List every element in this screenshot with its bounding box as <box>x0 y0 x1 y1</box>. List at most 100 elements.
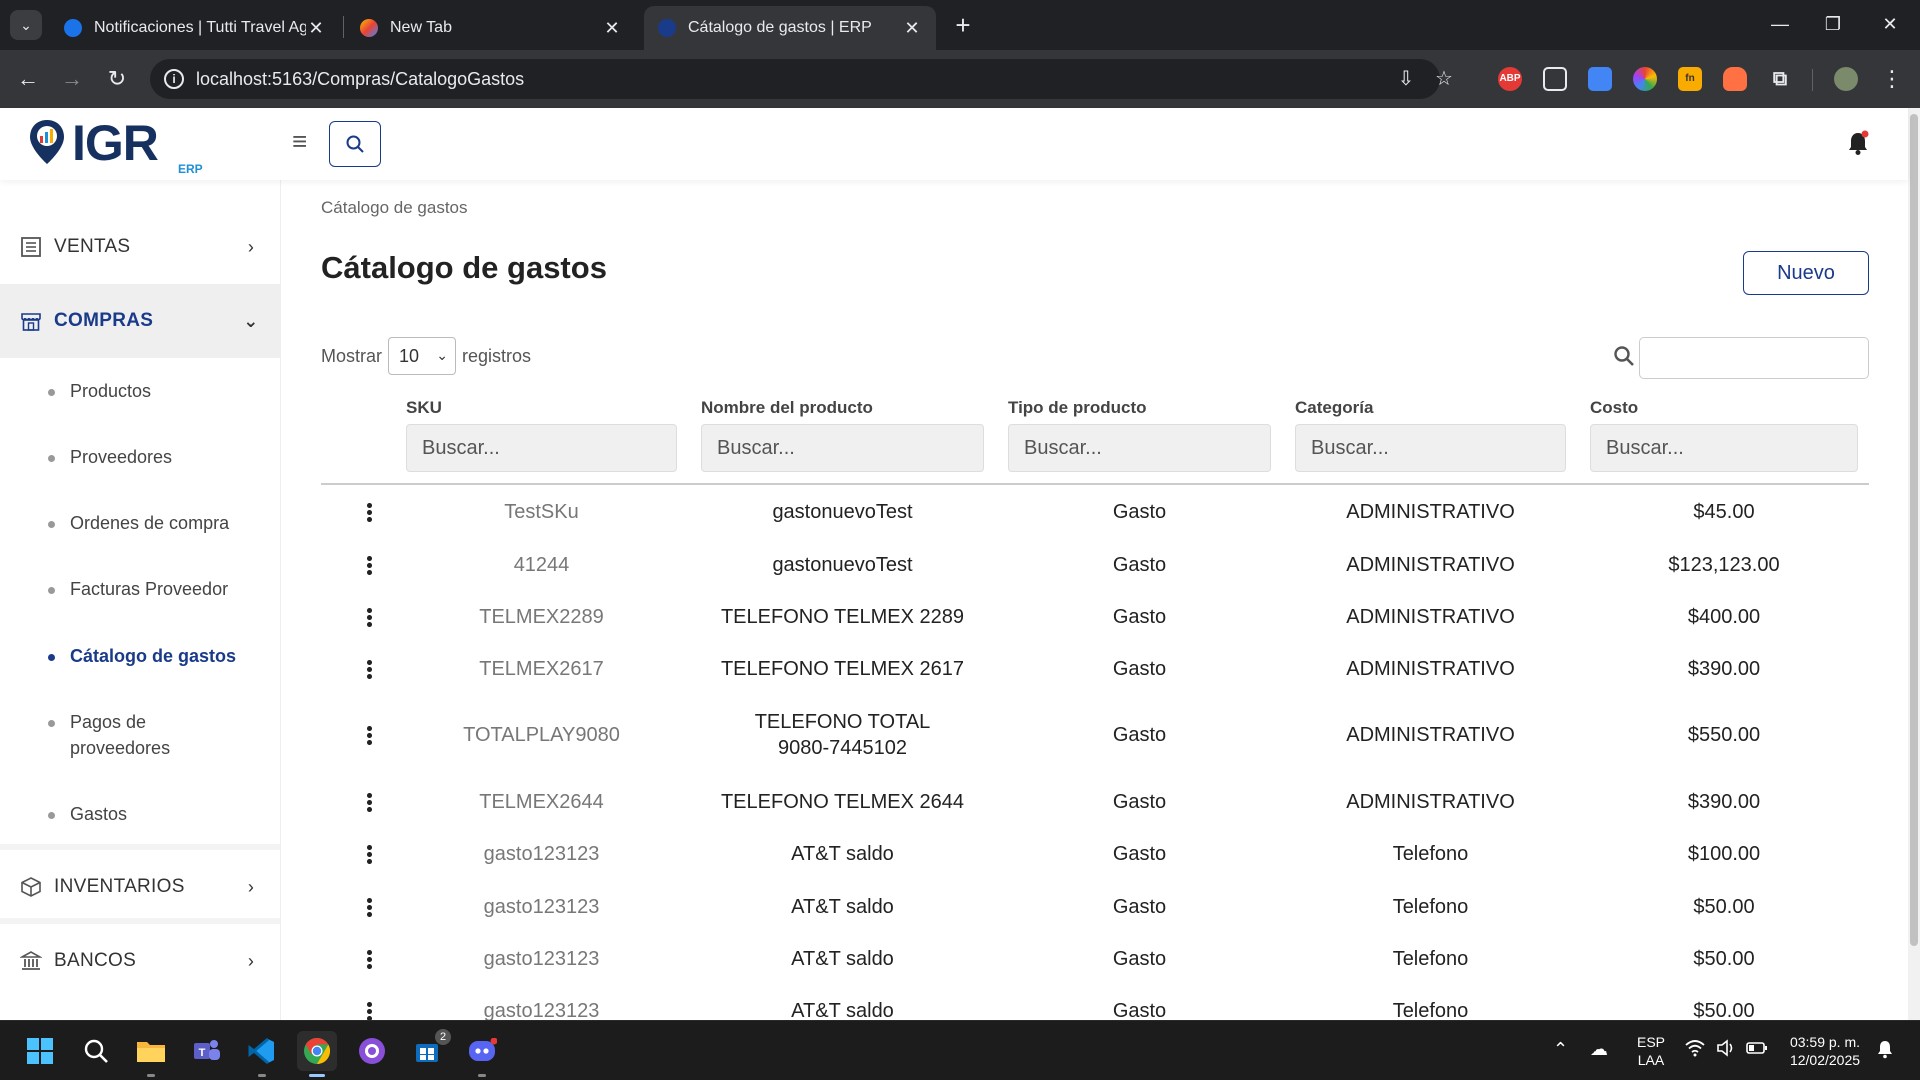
scrollbar-thumb[interactable] <box>1910 114 1918 946</box>
battery-icon[interactable] <box>1746 1039 1768 1062</box>
sidebar-item-proveedores[interactable]: Proveedores <box>48 444 278 470</box>
tab-search-button[interactable]: ⌄ <box>10 10 42 40</box>
browser-tab-new-tab[interactable]: New Tab ✕ <box>346 6 636 50</box>
windows-taskbar: T 2 ⌃ ☁ ESP LAA 03:59 p. m. 12/02/2025 <box>0 1020 1920 1080</box>
sidebar-item-label: Facturas Proveedor <box>70 579 229 599</box>
adblock-icon[interactable]: ABP <box>1498 67 1522 91</box>
column-header-sku[interactable]: SKU <box>406 398 442 418</box>
cell-name: AT&T saldo <box>791 843 894 865</box>
browser-tab-catalogo-gastos[interactable]: Cátalogo de gastos | ERP ✕ <box>644 6 936 50</box>
browser-tab-notificaciones[interactable]: Notificaciones | Tutti Travel Age ✕ <box>50 6 340 50</box>
notification-bell-icon[interactable] <box>1876 1039 1894 1064</box>
cell-category: Telefono <box>1392 948 1469 970</box>
header-search-button[interactable] <box>329 121 381 167</box>
sidebar-item-facturas-proveedor[interactable]: Facturas Proveedor <box>48 576 278 602</box>
close-tab-icon[interactable]: ✕ <box>602 18 622 39</box>
column-header-nombre[interactable]: Nombre del producto <box>701 398 873 418</box>
forward-arrow-icon[interactable]: → <box>56 63 88 95</box>
row-actions-icon[interactable] <box>359 643 379 695</box>
language-indicator[interactable]: ESP LAA <box>1633 1033 1669 1069</box>
wifi-icon[interactable] <box>1685 1039 1705 1062</box>
volume-icon[interactable] <box>1716 1039 1736 1062</box>
close-window-icon[interactable]: ✕ <box>1870 8 1910 40</box>
sidebar-menu-compras[interactable]: COMPRAS ⌄ <box>0 284 280 358</box>
sidebar-item-ordenes-compra[interactable]: Ordenes de compra <box>48 510 278 536</box>
row-actions-icon[interactable] <box>359 828 379 880</box>
back-arrow-icon[interactable]: ← <box>12 63 44 95</box>
column-header-categoria[interactable]: Categoría <box>1295 398 1373 418</box>
cell-sku: TELMEX2289 <box>479 606 604 628</box>
url-text[interactable]: localhost:5163/Compras/CatalogoGastos <box>196 69 524 90</box>
sku-filter-input[interactable]: Buscar... <box>406 424 677 472</box>
restore-icon[interactable]: ❐ <box>1813 8 1853 40</box>
sidebar-menu-inventarios[interactable]: INVENTARIOS › <box>0 850 280 924</box>
reload-icon[interactable]: ↻ <box>101 63 133 95</box>
row-actions-icon[interactable] <box>359 985 379 1020</box>
vscode-icon[interactable] <box>242 1031 282 1077</box>
row-actions-icon[interactable] <box>359 538 379 591</box>
table-row: TELMEX2289 TELEFONO TELMEX 2289 Gasto AD… <box>321 591 1869 643</box>
table-row: gasto123123 AT&T saldo Gasto Telefono $1… <box>321 828 1869 880</box>
chevron-right-icon: › <box>247 236 255 257</box>
table-row: TELMEX2644 TELEFONO TELMEX 2644 Gasto AD… <box>321 775 1869 828</box>
docs-icon[interactable] <box>1588 67 1612 91</box>
github-desktop-icon[interactable] <box>352 1031 392 1071</box>
column-header-tipo[interactable]: Tipo de producto <box>1008 398 1147 418</box>
teams-icon[interactable]: T <box>187 1031 227 1071</box>
sidebar-menu-bancos[interactable]: BANCOS › <box>0 924 280 998</box>
file-explorer-icon[interactable] <box>131 1031 171 1077</box>
clock[interactable]: 03:59 p. m. 12/02/2025 <box>1782 1033 1868 1069</box>
nombre-filter-input[interactable]: Buscar... <box>701 424 984 472</box>
categoria-filter-input[interactable]: Buscar... <box>1295 424 1566 472</box>
new-expense-button[interactable]: Nuevo <box>1743 251 1869 295</box>
puzzle-icon[interactable]: ⧉ <box>1768 67 1792 91</box>
tab-icon[interactable] <box>1543 67 1567 91</box>
tipo-filter-input[interactable]: Buscar... <box>1008 424 1271 472</box>
sidebar-item-catalogo-gastos[interactable]: Cátalogo de gastos <box>48 643 278 669</box>
row-actions-icon[interactable] <box>359 591 379 643</box>
new-tab-button[interactable]: + <box>948 10 978 40</box>
bookmark-star-icon[interactable]: ☆ <box>1432 67 1456 91</box>
igr-logo[interactable]: IGR ERP <box>28 115 208 176</box>
minimize-icon[interactable]: — <box>1760 8 1800 40</box>
row-actions-icon[interactable] <box>359 880 379 933</box>
more-menu-icon[interactable]: ⋮ <box>1876 63 1908 95</box>
costo-filter-input[interactable]: Buscar... <box>1590 424 1858 472</box>
notification-bell-icon[interactable] <box>1846 130 1870 156</box>
table-search-input[interactable] <box>1639 337 1869 379</box>
cell-sku: TOTALPLAY9080 <box>463 724 620 746</box>
discord-icon[interactable] <box>462 1031 502 1077</box>
onedrive-cloud-icon[interactable]: ☁ <box>1590 1039 1608 1060</box>
table-row: gasto123123 AT&T saldo Gasto Telefono $5… <box>321 985 1869 1020</box>
sidebar-item-gastos[interactable]: Gastos <box>48 801 278 827</box>
store-icon[interactable]: 2 <box>407 1029 451 1071</box>
cell-type: Gasto <box>1112 895 1167 918</box>
tab-title: Notificaciones | Tutti Travel Age <box>94 19 306 36</box>
install-app-icon[interactable]: ⇩ <box>1394 67 1418 91</box>
sidebar-menu-ventas[interactable]: VENTAS › <box>0 210 280 284</box>
chevron-up-icon[interactable]: ⌃ <box>1553 1039 1568 1060</box>
cell-category: Telefono <box>1392 843 1469 865</box>
address-bar[interactable]: i localhost:5163/Compras/CatalogoGastos … <box>150 59 1453 99</box>
page-scrollbar[interactable] <box>1908 108 1920 1020</box>
sidebar-item-pagos-proveedores[interactable]: Pagos de proveedores <box>48 709 208 761</box>
site-info-icon[interactable]: i <box>164 69 184 89</box>
fox-icon[interactable] <box>1723 67 1747 91</box>
row-actions-icon[interactable] <box>359 695 379 775</box>
notes-icon[interactable]: fn <box>1678 67 1702 91</box>
column-header-costo[interactable]: Costo <box>1590 398 1638 418</box>
sidebar-item-productos[interactable]: Productos <box>48 378 278 404</box>
page-length-select[interactable]: 10 ⌄ <box>388 337 457 375</box>
chrome-icon[interactable] <box>297 1031 337 1077</box>
windows-start-icon[interactable] <box>20 1031 60 1071</box>
search-icon[interactable] <box>76 1031 116 1071</box>
color-icon[interactable] <box>1633 67 1657 91</box>
sidebar-item-label: Cátalogo de gastos <box>70 646 237 666</box>
profile-avatar[interactable] <box>1834 67 1858 91</box>
hamburger-menu-icon[interactable]: ≡ <box>292 128 318 154</box>
close-tab-icon[interactable]: ✕ <box>902 18 922 39</box>
row-actions-icon[interactable] <box>359 775 379 828</box>
row-actions-icon[interactable] <box>359 933 379 985</box>
row-actions-icon[interactable] <box>359 486 379 538</box>
close-tab-icon[interactable]: ✕ <box>306 18 326 39</box>
